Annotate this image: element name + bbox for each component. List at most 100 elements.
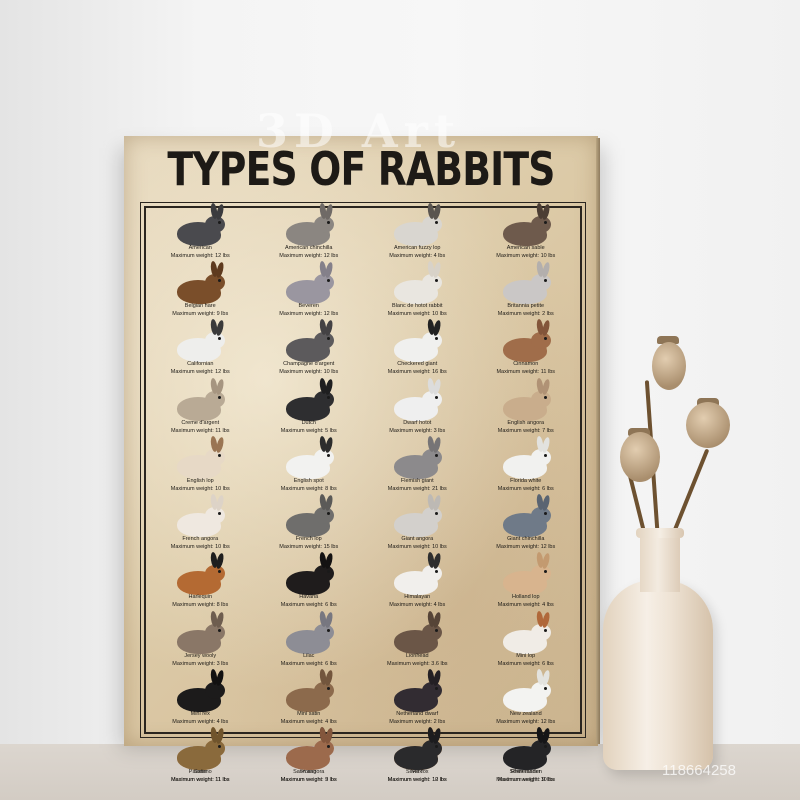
rabbit-card: American fuzzy lop Maximum weight: 4 lbs [363,202,472,266]
rabbit-photo [497,726,555,770]
rabbit-weight: Maximum weight: 9 lbs [172,311,229,318]
rabbit-weight: Maximum weight: 10 lbs [496,253,556,259]
rabbit-photo [280,551,338,596]
rabbit-card: American Maximum weight: 12 lbs [146,202,255,266]
rabbit-card: Checkered giant Maximum weight: 16 lbs [363,319,472,382]
rabbit-weight: Maximum weight: 12 lbs [496,544,556,551]
rabbit-name: French angora [182,536,219,543]
id-watermark: 118664258 [662,762,736,779]
rabbit-photo [280,610,338,654]
rabbit-name: New zealand [509,710,542,717]
rabbit-name: Cinnamon [513,361,539,368]
rabbit-card: Holland lop Maximum weight: 4 lbs [472,551,581,615]
rabbit-photo [388,551,446,596]
rabbit-weight: Maximum weight: 16 lbs [387,369,447,376]
rabbit-weight: Maximum weight: 4 lbs [389,253,446,259]
rabbit-card: Mini rex Maximum weight: 4 lbs [146,668,255,732]
rabbit-weight: Maximum weight: 21 lbs [387,485,447,492]
rabbit-weight: Maximum weight: 8 lbs [280,485,337,492]
rabbit-card: Havana Maximum weight: 6 lbs [255,551,364,615]
rabbit-weight: Maximum weight: 10 lbs [170,485,230,492]
rabbit-name: Champagne d'argent [283,361,335,368]
rabbit-name: American sable [506,245,545,251]
rabbit-photo [171,668,229,712]
rabbit-weight: Maximum weight: 9 lbs [280,776,337,783]
rabbit-photo [171,551,229,596]
rabbit-weight: Maximum weight: 8 lbs [172,602,229,609]
brand-watermark: 3D Art [256,104,462,158]
rabbit-photo [497,319,555,363]
poster-canvas: TYPES OF RABBITS American Maximum weight:… [124,136,598,783]
rabbit-card: Dutch Maximum weight: 5 lbs [255,377,364,441]
rabbit-weight: Maximum weight: 4 lbs [497,602,554,609]
rabbit-card: Dwarf hotot Maximum weight: 3 lbs [363,377,472,441]
rabbit-name: American fuzzy lop [394,245,441,251]
rabbit-card: Giant chinchilla Maximum weight: 12 lbs [472,493,581,557]
rabbit-card: English spot Maximum weight: 8 lbs [255,435,364,499]
rabbit-card: Harlequin Maximum weight: 8 lbs [146,551,255,615]
rabbit-weight: Maximum weight: 10 lbs [170,544,230,551]
rabbit-name: English angora [507,419,545,426]
rabbit-card: Cinnamon Maximum weight: 11 lbs [472,319,581,382]
rabbit-weight: Maximum weight: 12 lbs [170,253,230,259]
rabbit-weight: Maximum weight: 10 lbs [387,311,447,318]
rabbit-photo [388,260,446,305]
rabbit-name: Lionhead [405,652,429,659]
rabbit-photo [388,377,446,421]
rabbit-photo [171,726,229,770]
rabbit-weight: Maximum weight: 2 lbs [497,311,554,318]
rabbit-photo [171,202,229,246]
rabbit-name: Netherland dwarf [396,710,439,717]
rabbit-card: English angora Maximum weight: 7 lbs [472,377,581,441]
rabbit-weight: Maximum weight: 7 lbs [497,427,554,434]
rabbit-photo [497,202,555,246]
rabbit-name: Giant angora [401,536,434,543]
rabbit-photo [497,668,555,712]
rabbit-weight: Maximum weight: 6 lbs [280,602,337,609]
rabbit-weight: Maximum weight: 11 lbs [496,369,556,376]
rabbit-photo [388,668,446,712]
rabbit-photo [497,610,555,654]
rabbit-name: Satin angora [293,768,325,775]
rabbit-card: Champagne d'argent Maximum weight: 10 lbs [255,319,364,382]
rabbit-photo [280,260,338,305]
rabbit-name: Giant chinchilla [507,536,545,543]
rabbit-photo [171,260,229,305]
rabbit-photo [388,493,446,538]
rabbit-card: Californian Maximum weight: 12 lbs [146,319,255,382]
rabbit-weight: Maximum weight: 3 lbs [172,660,229,667]
rabbit-weight: Maximum weight: 12 lbs [170,369,230,376]
rabbit-name: Dwarf hotot [403,419,432,426]
rabbit-card: Blanc de hotot rabbit Maximum weight: 10 … [363,260,472,324]
rabbit-photo [171,435,229,479]
rabbit-name: Blanc de hotot rabbit [392,303,443,310]
rabbit-name: Holland lop [511,594,540,601]
rabbit-card: Mini satin Maximum weight: 4 lbs [255,668,364,732]
rabbit-card: Netherland dwarf Maximum weight: 2 lbs [363,668,472,732]
rabbit-photo [280,319,338,363]
rabbit-weight: Maximum weight: 12 lbs [279,253,339,259]
rabbit-card: Himalayan Maximum weight: 4 lbs [363,551,472,615]
rabbit-card: French angora Maximum weight: 10 lbs [146,493,255,557]
rabbit-photo [497,260,555,305]
rabbit-weight: Maximum weight: 12 lbs [496,718,556,725]
rabbit-photo [171,319,229,363]
rabbit-weight: Maximum weight: 3 lbs [389,427,446,434]
rabbit-card: Creme d'argent Maximum weight: 11 lbs [146,377,255,441]
rabbit-name: Silver fox [405,768,429,775]
rabbit-weight: Maximum weight: 10 lbs [387,544,447,551]
rabbit-name: Flemish giant [400,477,434,484]
rabbit-name: Mini lop [516,652,536,659]
rabbit-photo [388,202,446,246]
rabbit-card: New zealand Maximum weight: 12 lbs [472,668,581,732]
rabbit-name: English spot [293,477,324,484]
rabbit-name: Belgian hare [184,303,216,310]
rabbit-weight: Maximum weight: 11 lbs [170,427,230,434]
rabbit-weight: Maximum weight: 6 lbs [497,660,554,667]
rabbit-name: Harlequin [188,594,213,601]
poppy-pod [652,342,686,390]
rabbit-photo [497,551,555,596]
rabbit-card: American sable Maximum weight: 10 lbs [472,202,581,266]
rabbit-name: Dutch [301,419,316,426]
rabbit-name: English lop [186,477,214,484]
